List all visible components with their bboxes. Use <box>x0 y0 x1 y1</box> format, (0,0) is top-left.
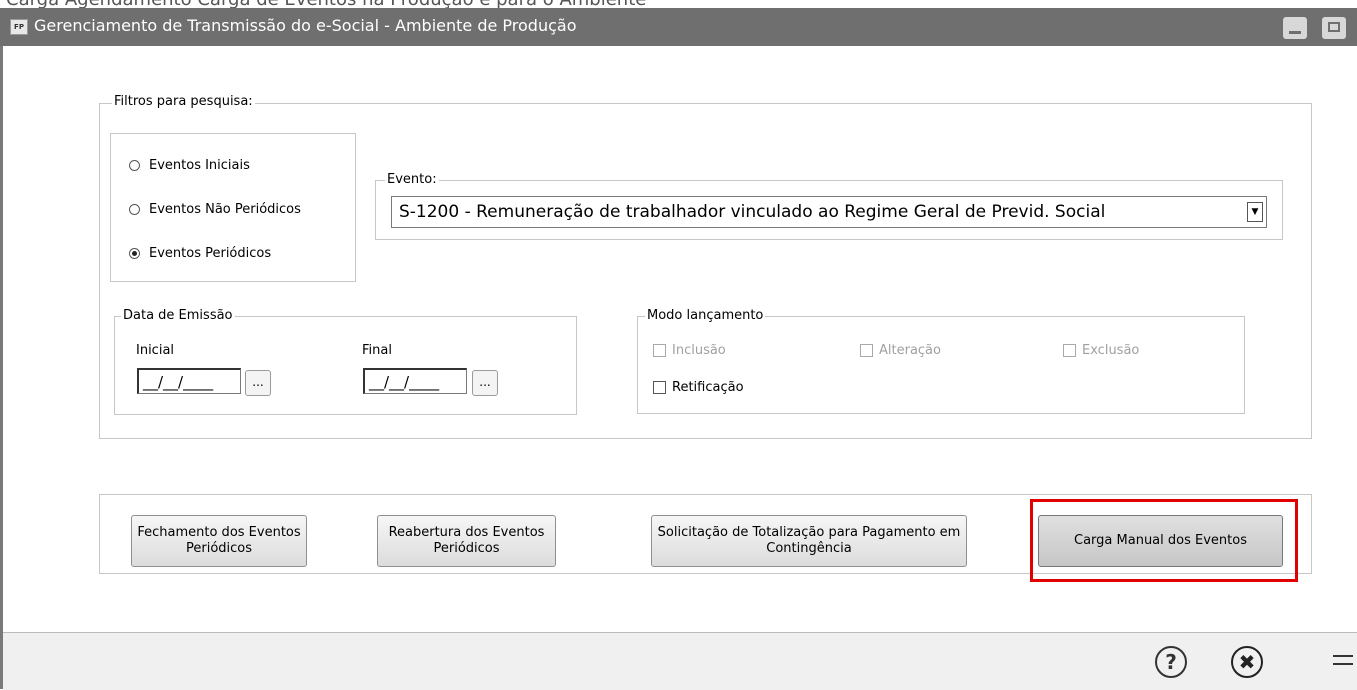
solicitacao-totalizacao-button[interactable]: Solicitação de Totalização para Pagament… <box>651 515 967 567</box>
final-label: Final <box>362 343 392 358</box>
window-titlebar: FP Gerenciamento de Transmissão do e-Soc… <box>0 8 1357 46</box>
evento-select[interactable]: S-1200 - Remuneração de trabalhador vinc… <box>391 196 1267 228</box>
menu-icon[interactable] <box>1333 655 1353 667</box>
checkbox-alteracao: Alteração <box>860 343 941 358</box>
help-icon[interactable]: ? <box>1155 646 1187 678</box>
radio-eventos-iniciais[interactable]: Eventos Iniciais <box>129 158 250 173</box>
radio-button-checked[interactable] <box>129 248 140 259</box>
inicial-label: Inicial <box>136 343 175 358</box>
checkbox <box>1063 344 1076 357</box>
checkbox-label: Exclusão <box>1082 343 1140 358</box>
inicial-date-picker-button[interactable]: ... <box>245 370 271 396</box>
checkbox-retificacao[interactable]: Retificação <box>653 380 744 395</box>
reabertura-eventos-button[interactable]: Reabertura dos Eventos Periódicos <box>377 515 556 567</box>
radio-eventos-periodicos[interactable]: Eventos Periódicos <box>129 246 271 261</box>
checkbox-label: Inclusão <box>672 343 726 358</box>
final-date-input[interactable]: __/__/____ <box>363 368 467 394</box>
checkbox-label: Retificação <box>672 380 744 395</box>
checkbox[interactable] <box>653 381 666 394</box>
data-emissao-group <box>114 316 577 415</box>
inicial-date-input[interactable]: __/__/____ <box>137 368 241 394</box>
radio-button[interactable] <box>129 160 140 171</box>
window-footer: ? ✖ <box>3 632 1357 690</box>
evento-selected-value: S-1200 - Remuneração de trabalhador vinc… <box>399 202 1106 222</box>
chevron-down-icon[interactable]: ▼ <box>1247 202 1263 222</box>
checkbox-label: Alteração <box>879 343 941 358</box>
radio-label: Eventos Periódicos <box>149 246 272 261</box>
top-cropped-text: Carga Agendamento Carga de Eventos na Pr… <box>0 0 1357 8</box>
maximize-icon[interactable] <box>1322 17 1346 39</box>
checkbox-inclusao: Inclusão <box>653 343 726 358</box>
highlight-box <box>1030 499 1298 582</box>
radio-eventos-nao-periodicos[interactable]: Eventos Não Periódicos <box>129 202 301 217</box>
fechamento-eventos-button[interactable]: Fechamento dos Eventos Periódicos <box>131 515 307 567</box>
window-title: Gerenciamento de Transmissão do e-Social… <box>34 16 577 35</box>
radio-label: Eventos Iniciais <box>149 158 250 173</box>
final-date-picker-button[interactable]: ... <box>472 370 498 396</box>
checkbox <box>860 344 873 357</box>
evento-legend: Evento: <box>385 172 439 187</box>
app-icon: FP <box>10 19 28 35</box>
minimize-icon[interactable] <box>1283 17 1307 39</box>
close-icon[interactable]: ✖ <box>1231 646 1263 678</box>
modo-lancamento-group <box>637 316 1245 414</box>
modo-lancamento-legend: Modo lançamento <box>645 308 766 323</box>
filters-legend: Filtros para pesquisa: <box>112 94 255 109</box>
radio-button[interactable] <box>129 204 140 215</box>
checkbox <box>653 344 666 357</box>
cropped-caption: Carga Agendamento Carga de Eventos na Pr… <box>6 0 646 8</box>
radio-label: Eventos Não Periódicos <box>149 202 301 217</box>
checkbox-exclusao: Exclusão <box>1063 343 1139 358</box>
data-emissao-legend: Data de Emissão <box>121 308 235 323</box>
